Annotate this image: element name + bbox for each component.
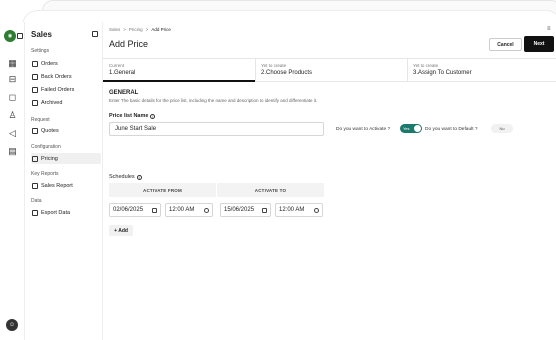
panel-toggle-icon[interactable]: [17, 33, 23, 39]
schedule-table-header: ACTIVATE FROM ACTIVATE TO: [109, 183, 324, 197]
step-label: 3.Assign To Customer: [413, 70, 472, 76]
breadcrumb-item-current: Add Price: [151, 27, 171, 32]
step-choose-products[interactable]: Yet to create 2.Choose Products: [255, 59, 407, 82]
failed-orders-icon: [32, 86, 38, 93]
user-avatar[interactable]: ☺: [6, 319, 18, 331]
to-time-value: 12:00 AM: [279, 207, 305, 213]
from-time-value: 12:00 AM: [169, 207, 195, 213]
stepper: Current 1.General Yet to create 2.Choose…: [103, 58, 556, 82]
to-date-input[interactable]: 15/06/2025: [220, 203, 271, 217]
archived-icon: [32, 99, 38, 106]
sidebar-section-configuration: Configuration: [31, 144, 61, 150]
sidebar-item-label: Archived: [41, 99, 63, 106]
orders-icon: [32, 60, 38, 67]
app-rail: ◉ ▦ ⊟ ◻ ♙ ◁ ▤ ☺: [0, 22, 25, 340]
col-activate-to: ACTIVATE TO: [216, 183, 324, 197]
menu-icon[interactable]: ≡: [547, 26, 551, 32]
clock-icon[interactable]: [204, 207, 209, 213]
cancel-button[interactable]: Cancel: [489, 38, 522, 51]
page-title: Add Price: [109, 39, 149, 49]
bag-icon[interactable]: ◻: [5, 90, 20, 105]
price-list-label-text: Price list Name: [109, 113, 149, 119]
megaphone-icon[interactable]: ◁: [5, 126, 20, 141]
to-time-input[interactable]: 12:00 AM: [275, 203, 323, 217]
next-button[interactable]: Next: [524, 36, 554, 52]
from-date-value: 02/06/2025: [113, 207, 144, 213]
col-activate-from: ACTIVATE FROM: [143, 187, 182, 193]
sidebar-item-label: Quotes: [41, 127, 59, 134]
breadcrumb-item-sales[interactable]: Sales: [109, 27, 120, 32]
pricing-icon: [32, 155, 38, 162]
sidebar-item-label: Export Data: [41, 209, 71, 216]
section-title: GENERAL: [109, 90, 139, 96]
schedules-label: Schedules i: [109, 174, 142, 180]
default-toggle-label: No: [499, 126, 505, 131]
toggle-knob: [414, 125, 421, 132]
sales-report-icon: [32, 182, 38, 189]
quotes-icon: [32, 127, 38, 134]
calendar-icon[interactable]: [262, 207, 267, 213]
activate-question: Do you want to Activate ?: [336, 127, 391, 132]
breadcrumb-separator: >: [123, 27, 126, 32]
sidebar-item-archived[interactable]: Archived: [31, 97, 101, 108]
default-question: Do you want to Default ?: [425, 127, 478, 132]
step-general[interactable]: Current 1.General: [103, 59, 255, 82]
sidebar-item-back-orders[interactable]: Back Orders: [31, 71, 101, 82]
step-assign-customer[interactable]: Yet to create 3.Assign To Customer: [407, 59, 556, 82]
schedules-label-text: Schedules: [109, 174, 135, 180]
back-orders-icon: [32, 73, 38, 80]
sidebar-section-request: Request: [31, 117, 50, 123]
app-window: ◉ ▦ ⊟ ◻ ♙ ◁ ▤ ☺ Sales Settings Orders Ba…: [0, 22, 556, 340]
from-time-input[interactable]: 12:00 AM: [165, 203, 213, 217]
sidebar-section-data: Data: [31, 198, 42, 204]
clock-icon[interactable]: [314, 207, 319, 213]
sidebar-item-failed-orders[interactable]: Failed Orders: [31, 84, 101, 95]
grid-icon[interactable]: ▦: [5, 56, 20, 71]
from-date-input[interactable]: 02/06/2025: [109, 203, 161, 217]
document-icon[interactable]: ▤: [5, 144, 20, 159]
step-status: Yet to create: [413, 63, 439, 68]
export-data-icon: [32, 209, 38, 216]
sidebar-item-label: Orders: [41, 60, 58, 67]
info-icon[interactable]: i: [150, 113, 156, 119]
main-content: Sales > Pricing > Add Price ≡ Add Price …: [103, 22, 556, 340]
sidebar-item-label: Failed Orders: [41, 86, 75, 93]
users-icon[interactable]: ♙: [5, 108, 20, 123]
calendar-icon[interactable]: [152, 207, 157, 213]
price-list-label: Price list Name i: [109, 113, 156, 119]
app-logo[interactable]: ◉: [4, 30, 16, 42]
price-list-name-input[interactable]: June Start Sale: [109, 122, 324, 136]
sidebar-section-key-reports: Key Reports: [31, 171, 59, 177]
add-schedule-button[interactable]: + Add: [109, 225, 133, 236]
sidebar-item-label: Sales Report: [41, 182, 73, 189]
section-description: Enter The basic details for the price li…: [109, 98, 318, 103]
breadcrumb-separator: >: [145, 27, 149, 32]
activate-toggle-label: Yes: [403, 126, 410, 131]
sidebar-section-settings: Settings: [31, 48, 50, 54]
breadcrumb-item-pricing[interactable]: Pricing: [129, 27, 143, 32]
step-label: 1.General: [109, 70, 136, 76]
sidebar-collapse-icon[interactable]: [92, 31, 98, 37]
sales-icon[interactable]: ⊟: [5, 72, 20, 87]
sidebar-item-label: Back Orders: [41, 73, 72, 80]
sidebar-item-label: Pricing: [41, 155, 58, 162]
sidebar-title: Sales: [31, 30, 52, 39]
sidebar-item-orders[interactable]: Orders: [31, 58, 101, 69]
activate-toggle[interactable]: Yes: [400, 124, 422, 133]
sidebar: Sales Settings Orders Back Orders Failed…: [25, 22, 103, 340]
sidebar-item-sales-report[interactable]: Sales Report: [31, 180, 101, 191]
step-label: 2.Choose Products: [261, 70, 313, 76]
step-status: Current: [109, 63, 125, 68]
info-icon[interactable]: i: [136, 174, 142, 180]
step-status: Yet to create: [261, 63, 287, 68]
sidebar-item-pricing[interactable]: Pricing: [31, 153, 101, 164]
breadcrumb: Sales > Pricing > Add Price: [109, 27, 171, 32]
sidebar-item-quotes[interactable]: Quotes: [31, 125, 101, 136]
to-date-value: 15/06/2025: [224, 207, 255, 213]
sidebar-item-export-data[interactable]: Export Data: [31, 207, 101, 218]
default-toggle[interactable]: No: [491, 124, 513, 133]
